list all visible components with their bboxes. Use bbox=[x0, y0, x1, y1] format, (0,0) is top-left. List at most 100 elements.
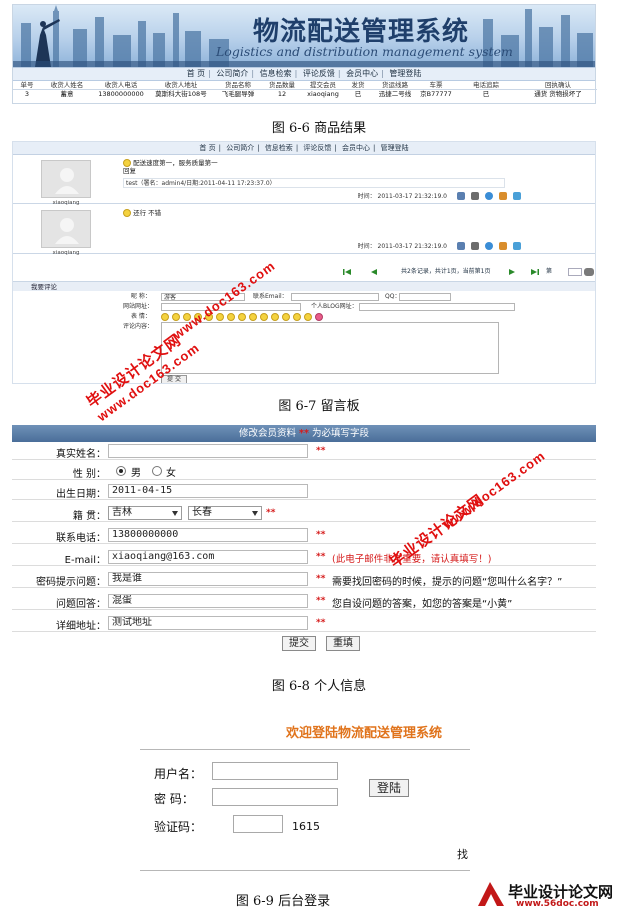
emoticon-icon[interactable] bbox=[183, 313, 191, 321]
emoticon-icon[interactable] bbox=[161, 313, 169, 321]
table-header-cell: 收货人电话 bbox=[93, 81, 149, 90]
user-silhouette-icon bbox=[55, 218, 79, 244]
username-input[interactable] bbox=[212, 762, 338, 780]
message-author: xiaoqiang bbox=[52, 250, 80, 256]
emoticon-icon[interactable] bbox=[238, 313, 246, 321]
province-select[interactable]: 吉林 bbox=[108, 506, 182, 520]
table-header-cell: 单号 bbox=[13, 81, 41, 90]
guestbook-message: xiaoqiang 配送速度第一，服务质量第一 回复 test（署名：admin… bbox=[13, 156, 595, 206]
field-row-answer: 问题回答： 混蛋 ** 您自设问题的答案，如您的答案是“小黄” bbox=[12, 593, 596, 610]
chat-icon[interactable] bbox=[513, 192, 521, 200]
go-icon[interactable] bbox=[584, 268, 594, 276]
mail-icon[interactable] bbox=[471, 242, 479, 250]
emoticon-icon[interactable] bbox=[227, 313, 235, 321]
home-icon[interactable] bbox=[499, 242, 507, 250]
next-page-icon[interactable] bbox=[509, 269, 517, 275]
qq-input[interactable] bbox=[399, 293, 451, 301]
smiley-icon bbox=[123, 209, 131, 217]
emoticon-icon[interactable] bbox=[172, 313, 180, 321]
table-cell: 京B77777 bbox=[420, 90, 452, 98]
birth-label: 出生日期： bbox=[56, 489, 106, 500]
nav-member[interactable]: 会员中心 bbox=[343, 68, 381, 80]
nav-home[interactable]: 首 页 bbox=[196, 142, 218, 155]
emoticon-icon[interactable] bbox=[282, 313, 290, 321]
home-icon[interactable] bbox=[499, 192, 507, 200]
reset-button[interactable]: 重填 bbox=[326, 636, 360, 651]
banner-subtitle: Logistics and distribution management sy… bbox=[216, 44, 513, 59]
username-label: 用户名： bbox=[154, 767, 203, 781]
nav-search[interactable]: 信息检索 bbox=[262, 142, 296, 155]
emoticon-icon[interactable] bbox=[205, 313, 213, 321]
field-row-phone: 联系电话： 13800000000 ** bbox=[12, 527, 596, 544]
nav-search[interactable]: 信息检索 bbox=[257, 68, 295, 80]
name-input[interactable] bbox=[108, 444, 308, 458]
emoticon-icon[interactable] bbox=[249, 313, 257, 321]
submit-button[interactable]: 提交 bbox=[282, 636, 316, 651]
emoticon-icon[interactable] bbox=[304, 313, 312, 321]
page-jump-input[interactable] bbox=[568, 268, 582, 276]
email-input[interactable]: xiaoqiang@163.com bbox=[108, 550, 308, 564]
website-input[interactable] bbox=[161, 303, 301, 311]
city-select[interactable]: 长春 bbox=[188, 506, 262, 520]
gender-male-label: 男 bbox=[131, 468, 141, 479]
question-input[interactable]: 我是谁 bbox=[108, 572, 308, 586]
captcha-input[interactable] bbox=[233, 815, 283, 833]
address-input[interactable]: 测试地址 bbox=[108, 616, 308, 630]
emoticon-icon[interactable] bbox=[194, 313, 202, 321]
table-cell: xiaoqiang bbox=[307, 90, 339, 98]
gender-male-radio[interactable] bbox=[116, 466, 126, 476]
table-cell: 已 bbox=[354, 90, 362, 98]
field-row-name: 真实姓名： ** bbox=[12, 443, 596, 460]
avatar bbox=[41, 160, 91, 198]
top-navigation: 首 页 | 公司简介 | 信息检索 | 评论反馈 | 会员中心 | 管理登陆 bbox=[13, 142, 595, 155]
nav-home[interactable]: 首 页 bbox=[184, 68, 209, 80]
nav-member[interactable]: 会员中心 bbox=[339, 142, 373, 155]
figure-admin-login-screenshot: 欢迎登陆物流配送管理系统 用户名： 密 码： 登陆 验证码： 1615 找 bbox=[140, 698, 470, 874]
blog-input[interactable] bbox=[359, 303, 515, 311]
emoticon-icon[interactable] bbox=[315, 313, 323, 321]
nav-company[interactable]: 公司简介 bbox=[213, 68, 251, 80]
globe-icon[interactable] bbox=[485, 242, 493, 250]
gender-female-label: 女 bbox=[166, 468, 176, 479]
nav-feedback[interactable]: 评论反馈 bbox=[300, 68, 338, 80]
find-password-link[interactable]: 找 bbox=[457, 846, 468, 862]
nav-admin[interactable]: 管理登陆 bbox=[378, 142, 412, 155]
gender-female-radio[interactable] bbox=[152, 466, 162, 476]
figure-caption-6-7: 图 6-7 留言板 bbox=[278, 399, 360, 414]
answer-input[interactable]: 混蛋 bbox=[108, 594, 308, 608]
prev-page-icon[interactable] bbox=[369, 269, 377, 275]
field-row-gender: 性 别： 男 女 bbox=[12, 463, 596, 480]
password-input[interactable] bbox=[212, 788, 338, 806]
login-button[interactable]: 登陆 bbox=[369, 779, 409, 797]
table-cell: 12 bbox=[277, 90, 287, 98]
comment-submit-button[interactable]: 提 交 bbox=[161, 375, 187, 383]
emoticon-picker bbox=[161, 313, 351, 321]
phone-input[interactable]: 13800000000 bbox=[108, 528, 308, 542]
birth-input[interactable]: 2011-04-15 bbox=[108, 484, 308, 498]
comment-textarea[interactable] bbox=[161, 322, 499, 374]
message-text: 还行 不错 bbox=[123, 209, 161, 217]
reply-label: 回复 bbox=[123, 167, 136, 175]
first-page-icon[interactable] bbox=[343, 269, 351, 275]
chevron-down-icon bbox=[252, 511, 258, 516]
emoticon-icon[interactable] bbox=[216, 313, 224, 321]
nav-company[interactable]: 公司简介 bbox=[223, 142, 257, 155]
table-header-cell: 车票 bbox=[419, 81, 453, 90]
email-input[interactable] bbox=[291, 293, 379, 301]
page-jump-label: 第 bbox=[546, 268, 553, 275]
table-cell: 迅捷二号线 bbox=[378, 90, 412, 98]
emoticon-icon[interactable] bbox=[271, 313, 279, 321]
emoticon-icon[interactable] bbox=[293, 313, 301, 321]
user-icon[interactable] bbox=[457, 192, 465, 200]
last-page-icon[interactable] bbox=[531, 269, 539, 275]
user-icon[interactable] bbox=[457, 242, 465, 250]
nav-admin[interactable]: 管理登陆 bbox=[386, 68, 424, 80]
nav-feedback[interactable]: 评论反馈 bbox=[300, 142, 334, 155]
field-row-native: 籍 贯： 吉林 长春 ** bbox=[12, 505, 596, 522]
chat-icon[interactable] bbox=[513, 242, 521, 250]
nickname-input[interactable]: 游客 bbox=[161, 293, 245, 301]
table-cell: 飞毛腿导弹 bbox=[221, 90, 255, 98]
mail-icon[interactable] bbox=[471, 192, 479, 200]
emoticon-icon[interactable] bbox=[260, 313, 268, 321]
globe-icon[interactable] bbox=[485, 192, 493, 200]
